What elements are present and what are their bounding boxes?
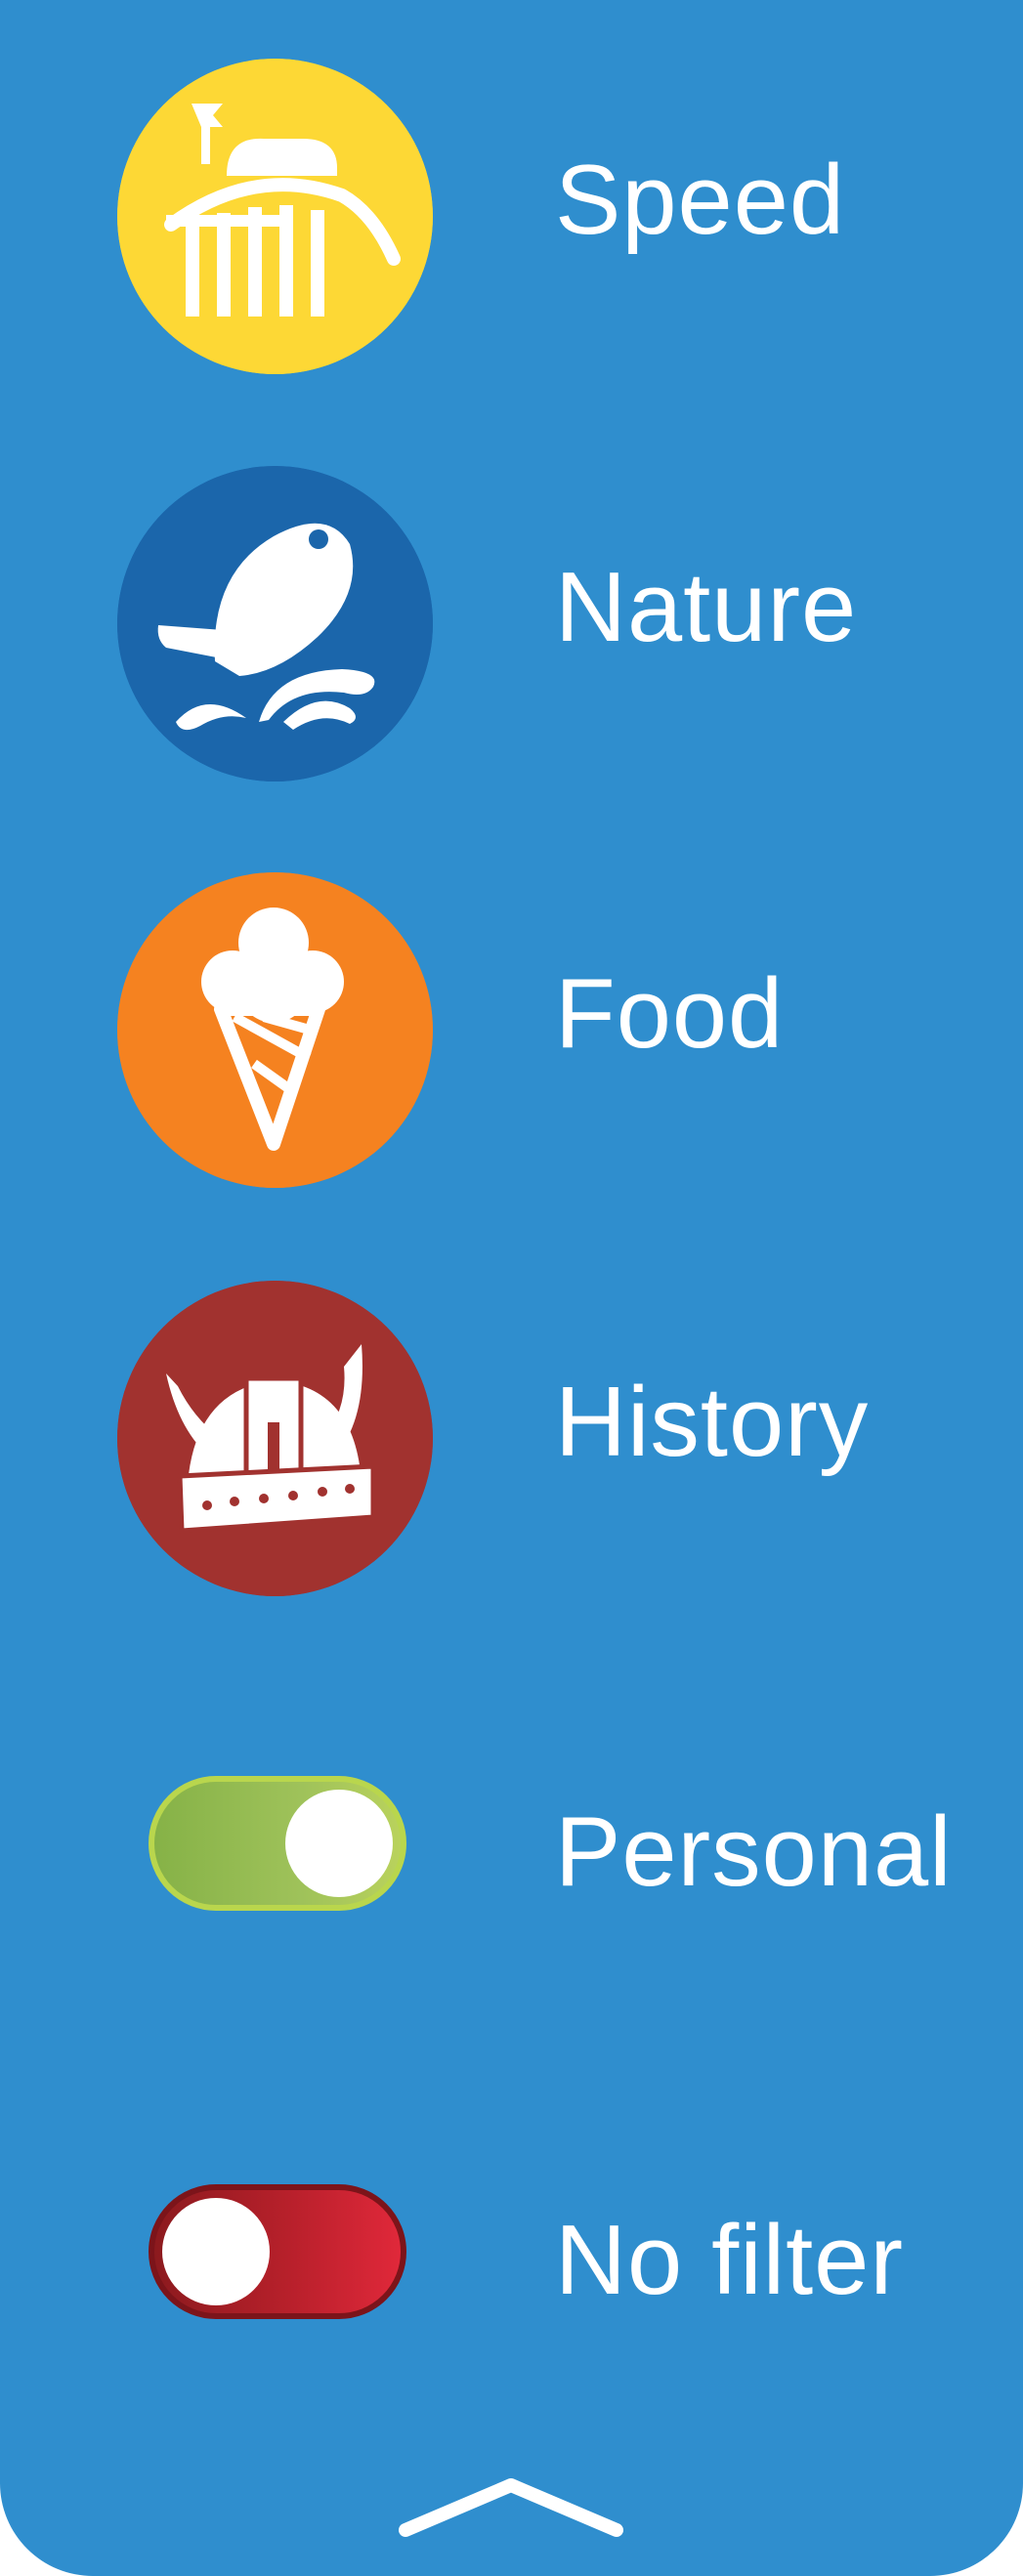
toggle-label: Personal (555, 1797, 953, 1907)
toggle-label: No filter (555, 2206, 904, 2315)
collapse-button[interactable] (394, 2471, 628, 2540)
filter-nature[interactable]: Nature (0, 466, 1023, 788)
filter-label: Food (555, 959, 785, 1069)
ice-cream-icon (117, 872, 433, 1188)
toggle-knob (285, 1790, 393, 1897)
filter-personal[interactable]: Personal (0, 1776, 1023, 1932)
toggle-knob (162, 2198, 270, 2305)
filter-label: Speed (555, 146, 846, 255)
filter-history[interactable]: History (0, 1281, 1023, 1603)
filter-no-filter[interactable]: No filter (0, 2184, 1023, 2341)
no-filter-toggle-switch[interactable] (149, 2184, 406, 2319)
filter-panel: Speed Nature Food History Personal No fi… (0, 0, 1023, 2576)
filter-food[interactable]: Food (0, 872, 1023, 1195)
filter-speed[interactable]: Speed (0, 59, 1023, 381)
viking-helmet-icon (117, 1281, 433, 1596)
fish-icon (117, 466, 433, 781)
personal-toggle-switch[interactable] (149, 1776, 406, 1911)
chevron-up-icon (399, 2478, 623, 2537)
filter-label: Nature (555, 553, 858, 662)
filter-label: History (555, 1368, 870, 1477)
roller-coaster-icon (117, 59, 433, 374)
